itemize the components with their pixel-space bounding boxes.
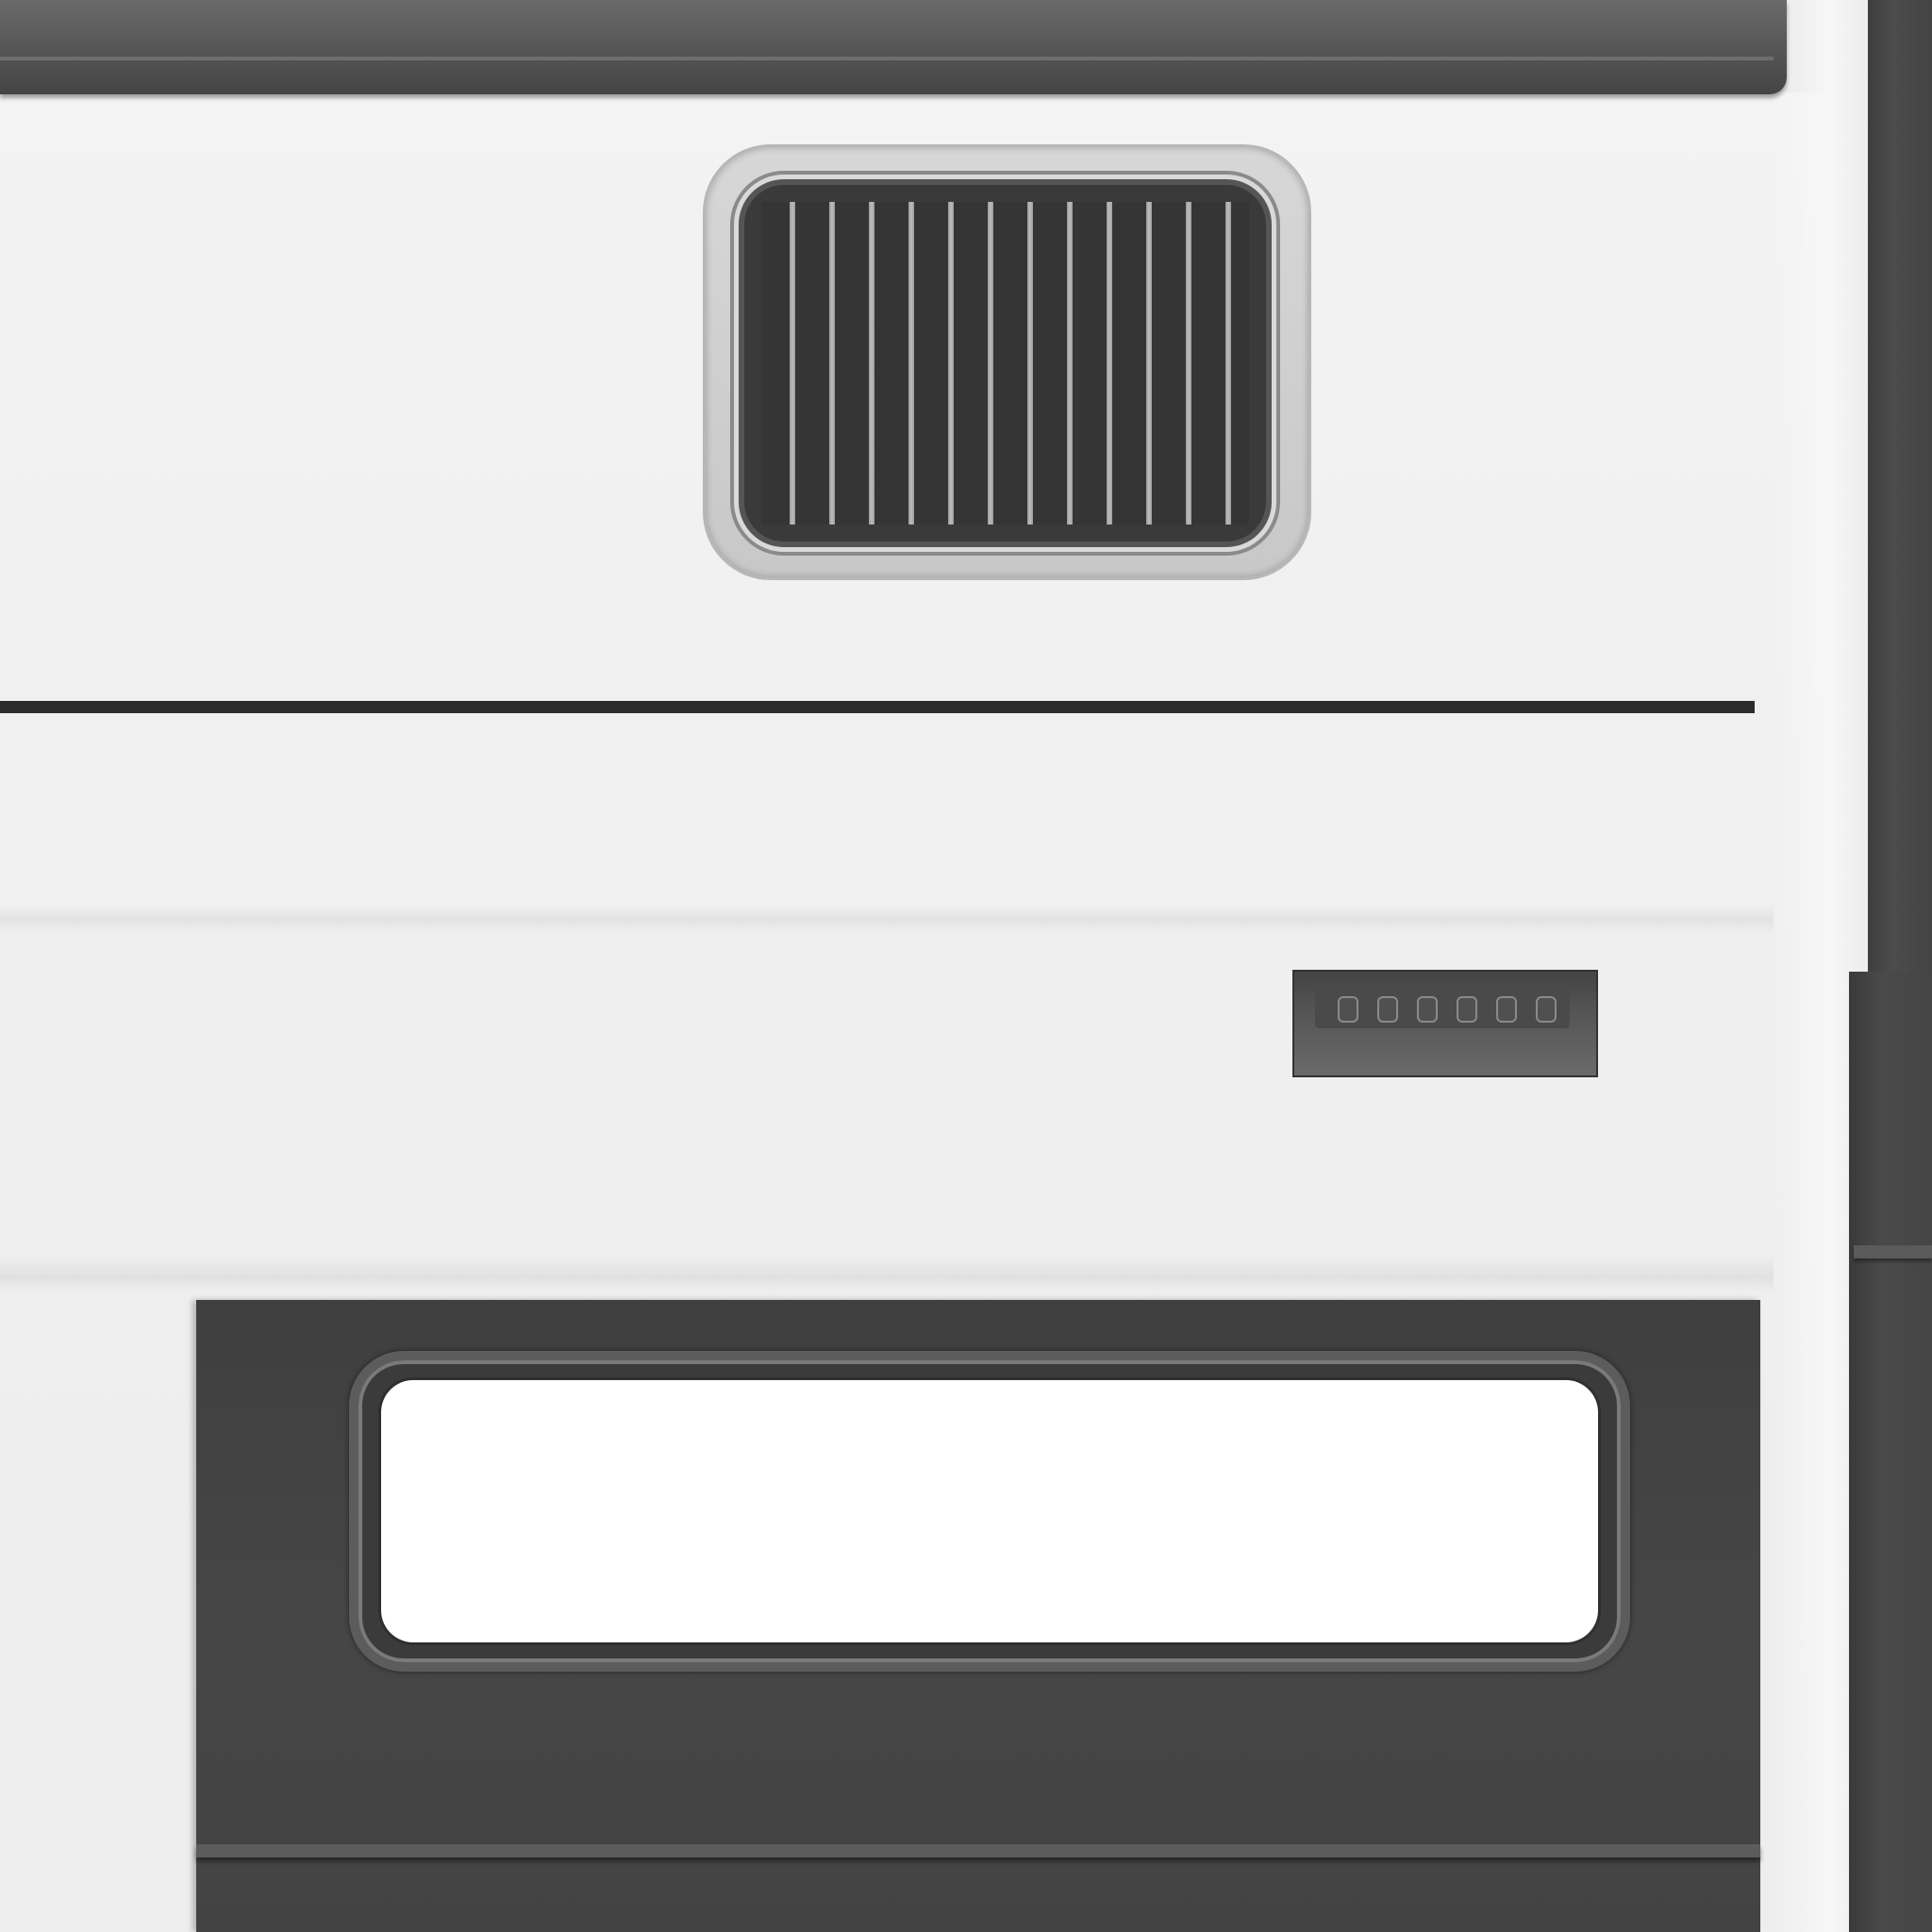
right-dark-rail-lower	[1849, 972, 1932, 1932]
right-rail-step	[1854, 1245, 1932, 1258]
right-dark-rail-upper	[1868, 0, 1932, 981]
indicator-light	[1338, 996, 1358, 1023]
panel-fold	[0, 906, 1774, 934]
indicator-lights-icon	[1292, 970, 1598, 1077]
indicator-light	[1536, 996, 1557, 1023]
panel-seam-line	[0, 701, 1755, 713]
window-glass	[381, 1380, 1598, 1642]
panel-lower-fold	[0, 1255, 1774, 1292]
indicator-light	[1457, 996, 1477, 1023]
vent-slats	[761, 202, 1249, 525]
indicator-light	[1496, 996, 1517, 1023]
vent-grille-icon	[739, 179, 1272, 547]
indicator-light	[1377, 996, 1398, 1023]
lower-panel-ridge	[196, 1844, 1760, 1857]
indicator-light	[1417, 996, 1438, 1023]
top-dark-band	[0, 0, 1787, 94]
